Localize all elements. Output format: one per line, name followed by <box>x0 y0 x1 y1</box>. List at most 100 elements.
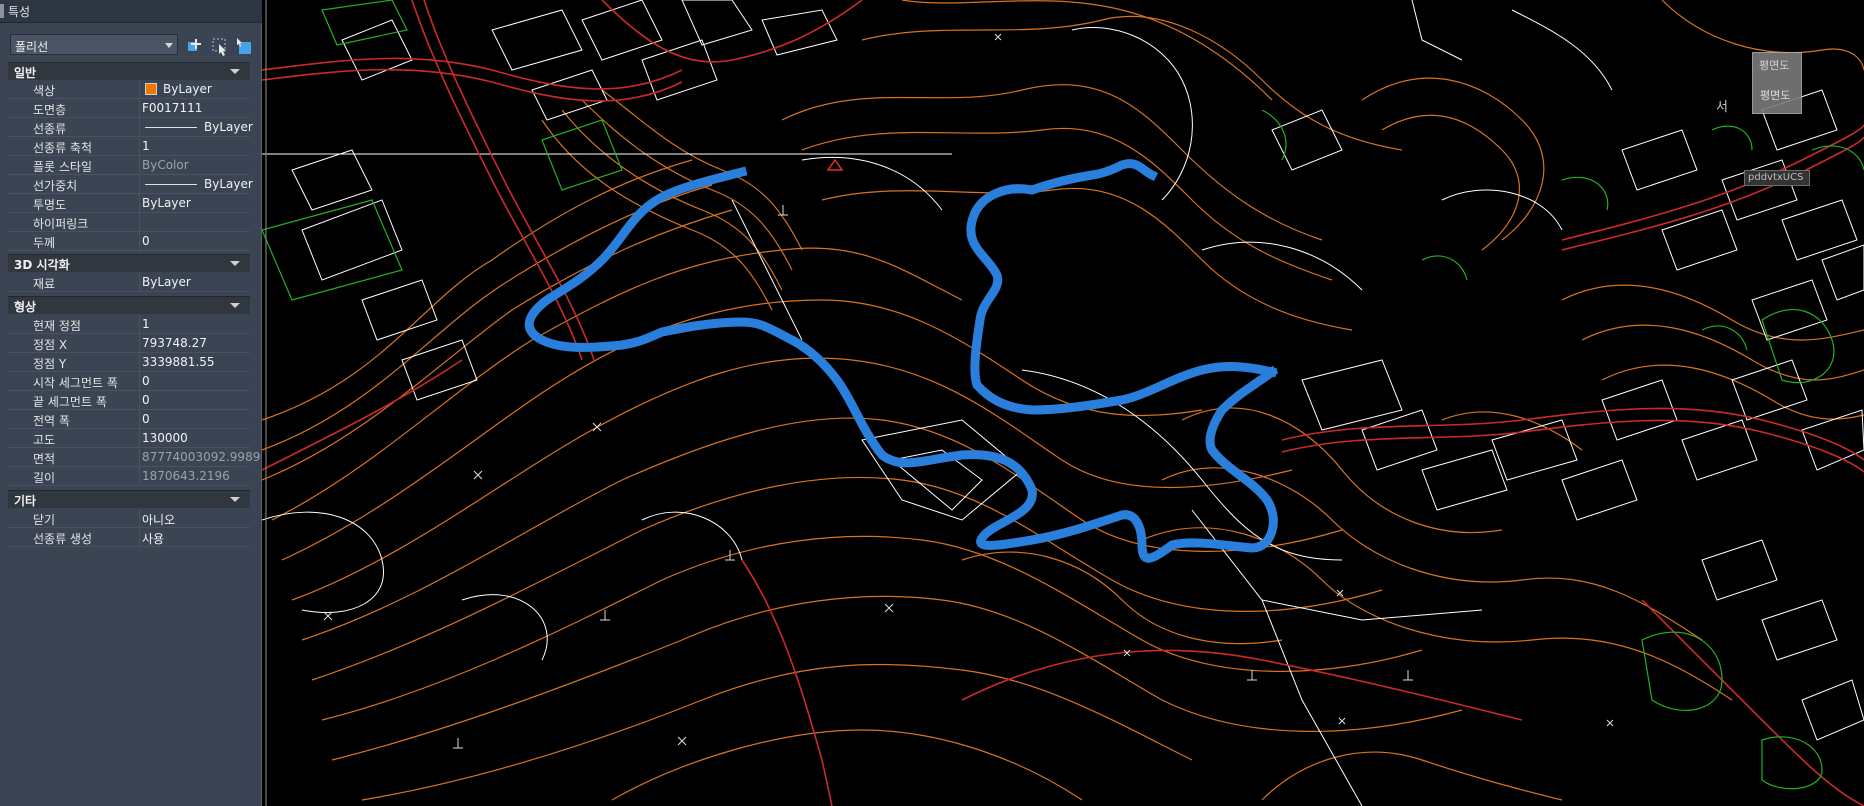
prop-layer[interactable]: 도면층 F0017111 <box>8 99 250 118</box>
prop-elevation[interactable]: 고도 130000 <box>8 429 250 448</box>
prop-plotstyle[interactable]: 플롯 스타일 ByColor <box>8 156 250 175</box>
prop-current-vertex[interactable]: 현재 정점 1 <box>8 315 250 334</box>
prop-length-label: 길이 <box>33 471 56 485</box>
column-divider <box>139 334 140 352</box>
prop-ltgen-value[interactable]: 사용 <box>142 530 164 547</box>
prop-length: 길이 1870643.2196 <box>8 467 250 486</box>
prop-endw-value[interactable]: 0 <box>142 393 150 407</box>
prop-globalw-value[interactable]: 0 <box>142 412 150 426</box>
prop-linetype[interactable]: 선종류 ByLayer <box>8 118 253 137</box>
red-triangle-marker <box>826 158 844 171</box>
column-divider <box>139 156 140 174</box>
prop-material[interactable]: 재료 ByLayer <box>8 273 250 292</box>
prop-global-width[interactable]: 전역 폭 0 <box>8 410 250 429</box>
prop-area-label: 면적 <box>33 452 56 466</box>
prop-lineweight-value[interactable]: ByLayer <box>204 177 253 191</box>
drawing-canvas[interactable]: 서 <box>262 0 1864 806</box>
object-type-value: 폴리선 <box>15 40 49 54</box>
column-divider <box>139 528 140 546</box>
prop-color-value[interactable]: ByLayer <box>163 82 212 96</box>
column-divider <box>139 509 140 527</box>
column-divider <box>139 353 140 371</box>
select-objects-icon[interactable] <box>210 36 230 56</box>
prop-vx-value[interactable]: 793748.27 <box>142 336 207 350</box>
column-divider <box>139 448 140 466</box>
prop-closed[interactable]: 닫기 아니오 <box>8 509 250 528</box>
lineweight-sample <box>145 184 197 185</box>
prop-layer-value[interactable]: F0017111 <box>142 101 202 115</box>
collapse-chevron-icon[interactable] <box>230 69 240 74</box>
prop-color-label: 색상 <box>33 84 56 98</box>
prop-layer-label: 도면층 <box>33 103 67 117</box>
prop-ltscale-label: 선종류 축척 <box>33 141 93 155</box>
column-divider <box>139 391 140 409</box>
prop-closed-value[interactable]: 아니오 <box>142 511 175 528</box>
contour-lines <box>262 0 1864 801</box>
prop-material-value[interactable]: ByLayer <box>142 275 191 289</box>
prop-vertex-x[interactable]: 정점 X 793748.27 <box>8 334 250 353</box>
building-outlines <box>262 0 1864 806</box>
column-divider <box>139 118 140 136</box>
prop-startw-label: 시작 세그먼트 폭 <box>33 376 118 390</box>
prop-vertex-label: 현재 정점 <box>33 319 81 333</box>
prop-startw-value[interactable]: 0 <box>142 374 150 388</box>
survey-markers <box>323 33 1614 749</box>
section-general[interactable]: 일반 <box>8 62 250 80</box>
prop-lineweight[interactable]: 선가중치 ByLayer <box>8 175 253 194</box>
prop-linetype-value[interactable]: ByLayer <box>204 120 253 134</box>
prop-vertex-value[interactable]: 1 <box>142 317 150 331</box>
prop-ltscale[interactable]: 선종류 축척 1 <box>8 137 250 156</box>
color-swatch <box>145 83 157 95</box>
prop-thickness[interactable]: 두께 0 <box>8 232 250 251</box>
prop-vertex-y[interactable]: 정점 Y 3339881.55 <box>8 353 250 372</box>
prop-elev-value[interactable]: 130000 <box>142 431 188 445</box>
wcs-label-text: pddvtxUCS <box>1748 172 1804 183</box>
section-geometry-title: 형상 <box>14 300 37 314</box>
toggle-pickadd-icon[interactable] <box>186 36 206 56</box>
column-divider <box>139 175 140 193</box>
prop-ltgen-label: 선종류 생성 <box>33 532 93 546</box>
prop-transparency[interactable]: 투명도 ByLayer <box>8 194 250 213</box>
prop-end-width[interactable]: 끝 세그먼트 폭 0 <box>8 391 250 410</box>
prop-lineweight-label: 선가중치 <box>33 179 78 193</box>
prop-start-width[interactable]: 시작 세그먼트 폭 0 <box>8 372 250 391</box>
prop-ltscale-value[interactable]: 1 <box>142 139 150 153</box>
road-lines <box>262 0 1864 806</box>
object-type-dropdown[interactable]: 폴리선 <box>10 34 178 55</box>
prop-hyperlink[interactable]: 하이퍼링크 <box>8 213 250 232</box>
viewcube-face[interactable]: 평면도 평면도 <box>1752 52 1802 114</box>
column-divider <box>139 273 140 291</box>
prop-transparency-value[interactable]: ByLayer <box>142 196 191 210</box>
prop-thickness-value[interactable]: 0 <box>142 234 150 248</box>
column-divider <box>139 80 140 98</box>
section-geometry[interactable]: 형상 <box>8 296 250 314</box>
section-misc-title: 기타 <box>14 494 37 508</box>
prop-area: 면적 87774003092.9989 <box>8 448 260 467</box>
collapse-chevron-icon[interactable] <box>230 497 240 502</box>
palette-title-bar[interactable]: 특성 <box>0 0 262 23</box>
collapse-chevron-icon[interactable] <box>230 303 240 308</box>
vegetation-lines <box>262 0 1864 790</box>
chevron-down-icon <box>165 43 173 48</box>
collapse-chevron-icon[interactable] <box>230 261 240 266</box>
prop-length-value: 1870643.2196 <box>142 469 230 483</box>
column-divider <box>139 194 140 212</box>
palette-grip-handle[interactable] <box>0 4 4 18</box>
compass-direction-label[interactable]: 서 <box>1716 96 1728 115</box>
prop-linetype-label: 선종류 <box>33 122 67 136</box>
column-divider <box>139 99 140 117</box>
properties-palette: 특성 폴리선 일반 색상 ByLayer 도면층 F0017111 선종류 By… <box>0 0 262 806</box>
column-divider <box>139 137 140 155</box>
viewcube-face-label: 평면도 <box>1760 89 1791 102</box>
prop-endw-label: 끝 세그먼트 폭 <box>33 395 107 409</box>
quick-select-icon[interactable] <box>234 36 254 56</box>
map-drawing[interactable] <box>262 0 1864 806</box>
prop-color[interactable]: 색상 ByLayer <box>8 80 250 99</box>
prop-linetype-generation[interactable]: 선종류 생성 사용 <box>8 528 250 547</box>
section-3d-visualization[interactable]: 3D 시각화 <box>8 254 250 272</box>
viewcube[interactable]: 평면도 평면도 <box>1752 52 1822 122</box>
wcs-menu[interactable]: pddvtxUCS <box>1744 170 1810 186</box>
section-misc[interactable]: 기타 <box>8 490 250 508</box>
prop-elev-label: 고도 <box>33 433 56 447</box>
prop-vy-value[interactable]: 3339881.55 <box>142 355 215 369</box>
